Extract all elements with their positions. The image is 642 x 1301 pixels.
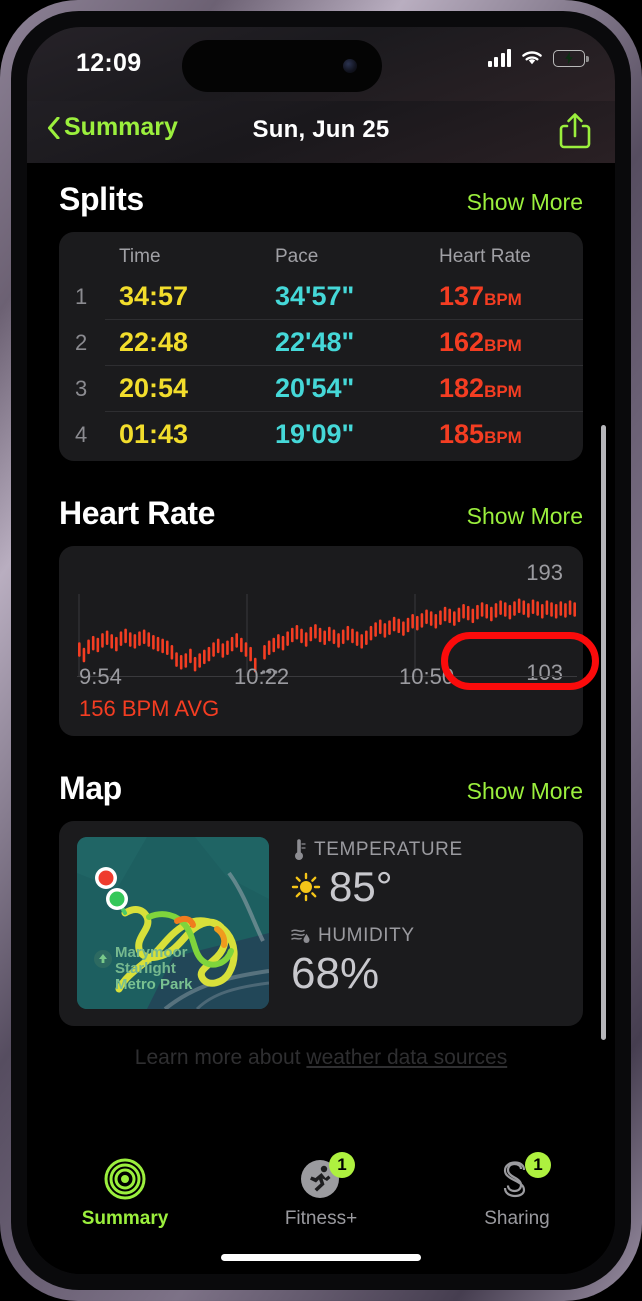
splits-column-time: Time [119,246,161,267]
table-row: 4 01:43 19'09" 185BPM [59,412,583,457]
splits-column-heart-rate: Heart Rate [439,246,531,267]
split-index: 1 [75,283,88,309]
table-row: 3 20:54 20'54" 182BPM [59,366,583,411]
heart-rate-tick-1: 9:54 [79,664,122,689]
page-title: Sun, Jun 25 [252,116,390,143]
lightning-bolt-icon [565,51,573,65]
scroll-content[interactable]: Splits Show More Time Pace Heart Rate 1 … [27,163,615,1123]
heart-rate-x-axis [77,676,577,677]
split-time: 22:48 [119,327,189,357]
heart-rate-max-label: 193 [526,560,563,585]
tab-summary[interactable]: Summary [27,1139,223,1274]
dynamic-island [182,40,382,92]
front-camera-icon [343,59,357,73]
temperature-value: 85° [329,863,393,910]
sharing-badge: 1 [525,1152,551,1178]
humidity-value: 68% [291,949,380,998]
split-heart-rate: 185BPM [439,419,522,449]
phone-frame: 12:09 Summary Sun, Jun 25 Splits Show Mo… [0,0,642,1301]
weather-sources-link[interactable]: weather data sources [306,1046,507,1069]
activity-rings-icon [103,1157,147,1201]
heart-rate-card: 193 103 9:54 10:22 10:50 156 BPM AVG [59,546,583,736]
status-bar-indicators [487,49,589,67]
svg-text:Starlight: Starlight [115,960,176,977]
home-indicator[interactable] [221,1254,421,1261]
splits-header-row: Time Pace Heart Rate [59,240,583,274]
fitness-plus-badge: 1 [329,1152,355,1178]
map-card: Marymoor Starlight Metro Park TEMPERATUR… [59,821,583,1026]
share-icon [559,113,591,149]
sharing-icon: 1 [495,1152,551,1201]
map-title: Map [59,770,122,806]
heart-rate-show-more-button[interactable]: Show More [467,503,583,530]
tab-sharing-label: Sharing [484,1208,550,1229]
humidity-label: HUMIDITY [318,925,415,946]
map-show-more-button[interactable]: Show More [467,778,583,805]
share-button[interactable] [557,111,593,151]
status-bar: 12:09 [27,27,615,101]
sun-icon [291,872,321,902]
humidity-waves-icon [291,929,310,943]
weather-sources-prefix: Learn more about [134,1046,307,1069]
split-index: 4 [75,421,88,447]
split-heart-rate: 137BPM [439,281,522,311]
split-time: 34:57 [119,281,189,311]
heart-rate-tick-2: 10:22 [234,664,290,689]
heart-rate-tick-3: 10:50 [399,664,455,689]
phone-screen: 12:09 Summary Sun, Jun 25 Splits Show Mo… [27,27,615,1274]
table-row: 1 34:57 34'57" 137BPM [59,274,583,319]
svg-text:Metro Park: Metro Park [115,976,193,993]
map-render: Marymoor Starlight Metro Park [77,837,269,1009]
splits-column-pace: Pace [275,246,319,267]
route-map-thumbnail[interactable]: Marymoor Starlight Metro Park [77,837,269,1009]
heart-rate-section-header: Heart Rate Show More [27,461,615,532]
svg-text:Marymoor: Marymoor [115,944,188,961]
split-pace: 22'48" [275,327,355,357]
weather-sources-note: Learn more about weather data sources [27,1046,615,1070]
split-heart-rate: 182BPM [439,373,522,403]
split-index: 3 [75,375,88,401]
map-section-header: Map Show More [27,736,615,807]
tab-bar: Summary 1 Fitness+ 1 Sharing [27,1139,615,1274]
split-pace: 34'57" [275,281,355,311]
status-bar-time: 12:09 [76,49,142,77]
split-time: 20:54 [119,373,189,403]
split-time: 01:43 [119,419,189,449]
heart-rate-average-label: 156 BPM AVG [79,696,220,721]
wifi-icon [522,51,542,65]
cellular-bars-icon [487,49,511,67]
split-pace: 20'54" [275,373,355,403]
tab-summary-label: Summary [81,1208,169,1229]
heart-rate-chart [78,594,576,676]
temperature-label: TEMPERATURE [314,839,463,860]
vertical-scrollbar[interactable] [601,425,606,1040]
split-index: 2 [75,329,88,355]
navigation-bar: Summary Sun, Jun 25 [27,101,615,163]
temperature-label-row: TEMPERATURE [291,839,565,861]
fitness-plus-icon: 1 [299,1152,355,1201]
weather-panel: TEMPERATURE 85° HUMIDITY 68% [291,837,565,1010]
battery-charging-icon [553,49,589,67]
tab-fitness-plus-label: Fitness+ [284,1208,358,1229]
temperature-value-row: 85° [291,863,565,911]
splits-title: Splits [59,181,144,217]
thermometer-icon [295,839,306,860]
heart-rate-title: Heart Rate [59,495,216,531]
split-heart-rate: 162BPM [439,327,522,357]
splits-show-more-button[interactable]: Show More [467,189,583,216]
humidity-label-row: HUMIDITY [291,925,565,947]
splits-card: Time Pace Heart Rate 1 34:57 34'57" 137B… [59,232,583,461]
tab-sharing[interactable]: 1 Sharing [419,1139,615,1274]
splits-section-header: Splits Show More [27,163,615,218]
split-pace: 19'09" [275,419,355,449]
table-row: 2 22:48 22'48" 162BPM [59,320,583,365]
